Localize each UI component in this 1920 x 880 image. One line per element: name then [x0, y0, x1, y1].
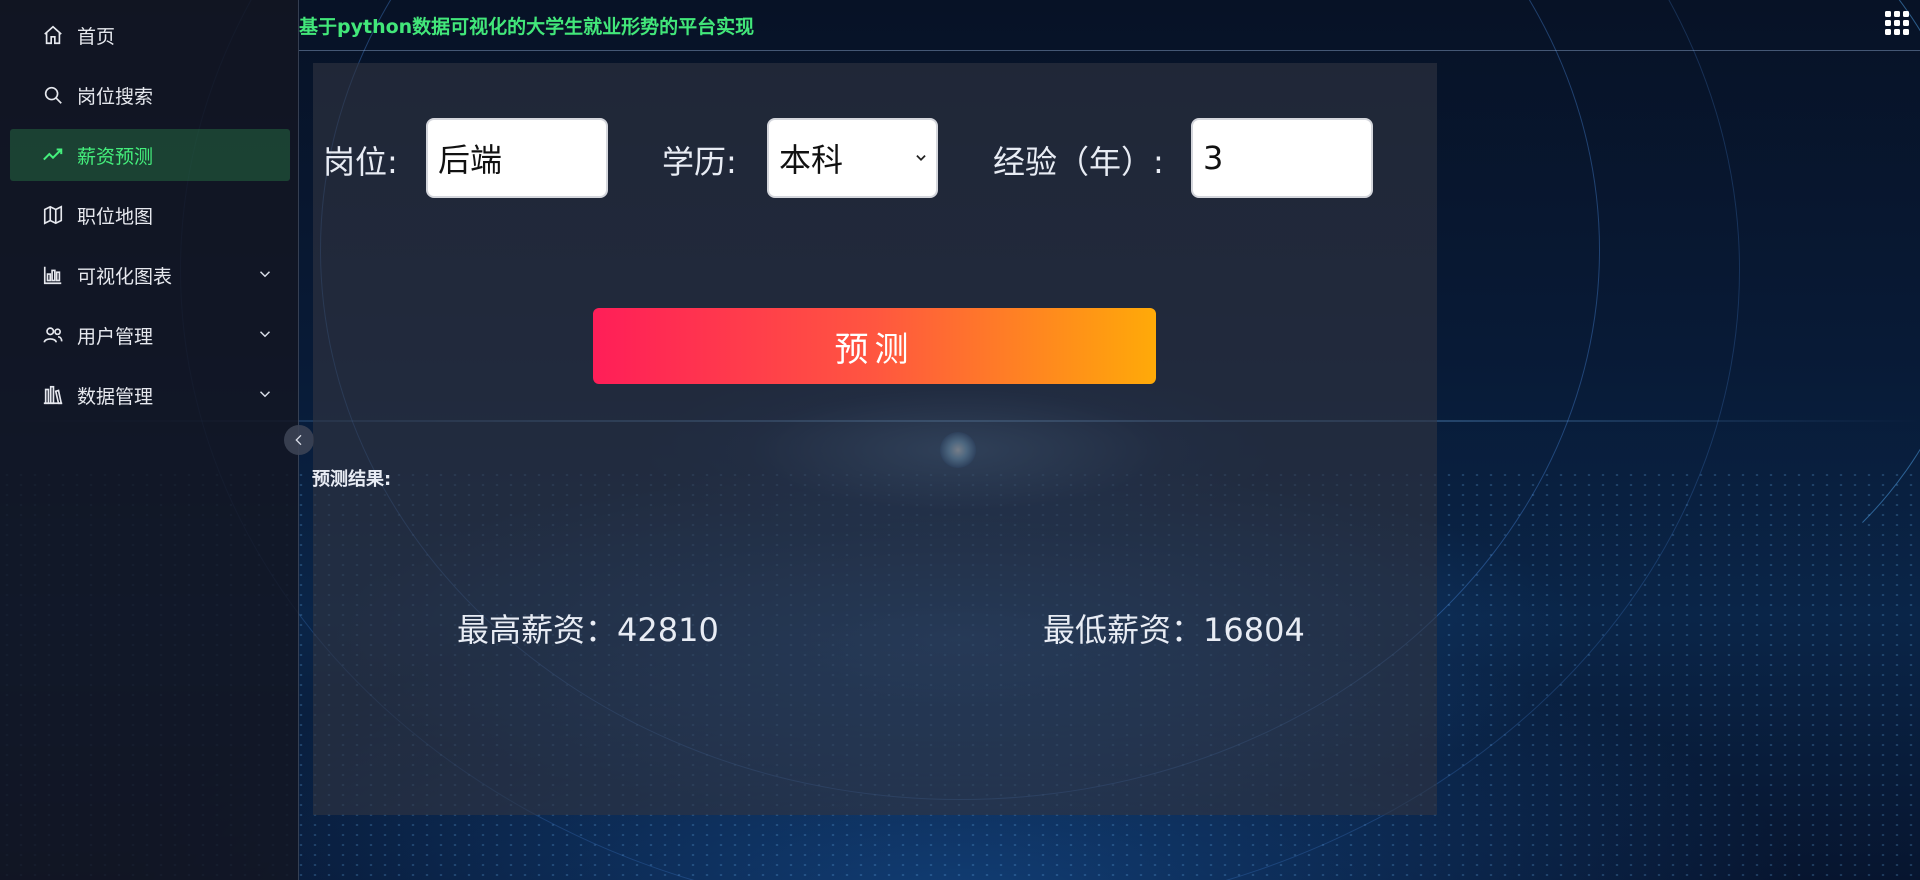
chevron-down-icon [259, 391, 271, 398]
position-input-value: 后端 [438, 141, 503, 179]
sidebar-item-home[interactable]: 首页 [10, 9, 290, 61]
sidebar: 首页 岗位搜索 薪资预测 职位地图 可视化图表 用户管理 数据管理 [0, 0, 299, 880]
sidebar-item-job-map[interactable]: 职位地图 [10, 189, 290, 241]
max-salary: 最高薪资：42810 [457, 605, 719, 651]
bar-chart-icon [41, 263, 65, 287]
map-icon [41, 203, 65, 227]
grid-icon[interactable] [1884, 10, 1910, 36]
min-salary-value: 16804 [1203, 611, 1305, 649]
sidebar-item-salary-prediction[interactable]: 薪资预测 [10, 129, 290, 181]
sidebar-item-label: 用户管理 [77, 325, 154, 348]
top-header: 基于python数据可视化的大学生就业形势的平台实现 [299, 0, 1920, 51]
result-label: 预测结果: [312, 469, 392, 490]
sidebar-item-user-management[interactable]: 用户管理 [10, 309, 290, 361]
sidebar-item-label: 首页 [77, 25, 116, 48]
chevron-down-icon [916, 155, 926, 161]
education-select-value: 本科 [779, 141, 844, 179]
position-input[interactable]: 后端 [426, 118, 608, 198]
sidebar-item-job-search[interactable]: 岗位搜索 [10, 69, 290, 121]
chevron-down-icon [259, 271, 271, 278]
experience-input-value: 3 [1203, 139, 1224, 177]
min-salary-label: 最低薪资： [1043, 611, 1204, 649]
sidebar-item-label: 可视化图表 [77, 265, 173, 288]
predict-button[interactable]: 预测 [593, 308, 1156, 384]
position-label: 岗位: [323, 143, 398, 181]
experience-input[interactable]: 3 [1191, 118, 1373, 198]
chevron-down-icon [259, 331, 271, 338]
education-select[interactable]: 本科 [767, 118, 938, 198]
max-salary-label: 最高薪资： [457, 611, 618, 649]
sidebar-item-charts[interactable]: 可视化图表 [10, 249, 290, 301]
sidebar-item-label: 岗位搜索 [77, 85, 154, 108]
min-salary: 最低薪资：16804 [1043, 605, 1305, 651]
users-icon [41, 323, 65, 347]
experience-label: 经验（年）: [993, 143, 1164, 181]
sidebar-item-label: 数据管理 [77, 385, 154, 408]
education-label: 学历: [662, 143, 737, 181]
app-title: 基于python数据可视化的大学生就业形势的平台实现 [299, 16, 755, 38]
sidebar-item-label: 职位地图 [77, 205, 154, 228]
search-icon [41, 83, 65, 107]
home-icon [41, 23, 65, 47]
sidebar-item-label: 薪资预测 [77, 145, 154, 168]
data-icon [41, 383, 65, 407]
sidebar-item-data-management[interactable]: 数据管理 [10, 369, 290, 421]
chevron-left-icon [295, 434, 302, 446]
sidebar-collapse-button[interactable] [284, 425, 314, 455]
trend-icon [41, 143, 65, 167]
max-salary-value: 42810 [617, 611, 719, 649]
